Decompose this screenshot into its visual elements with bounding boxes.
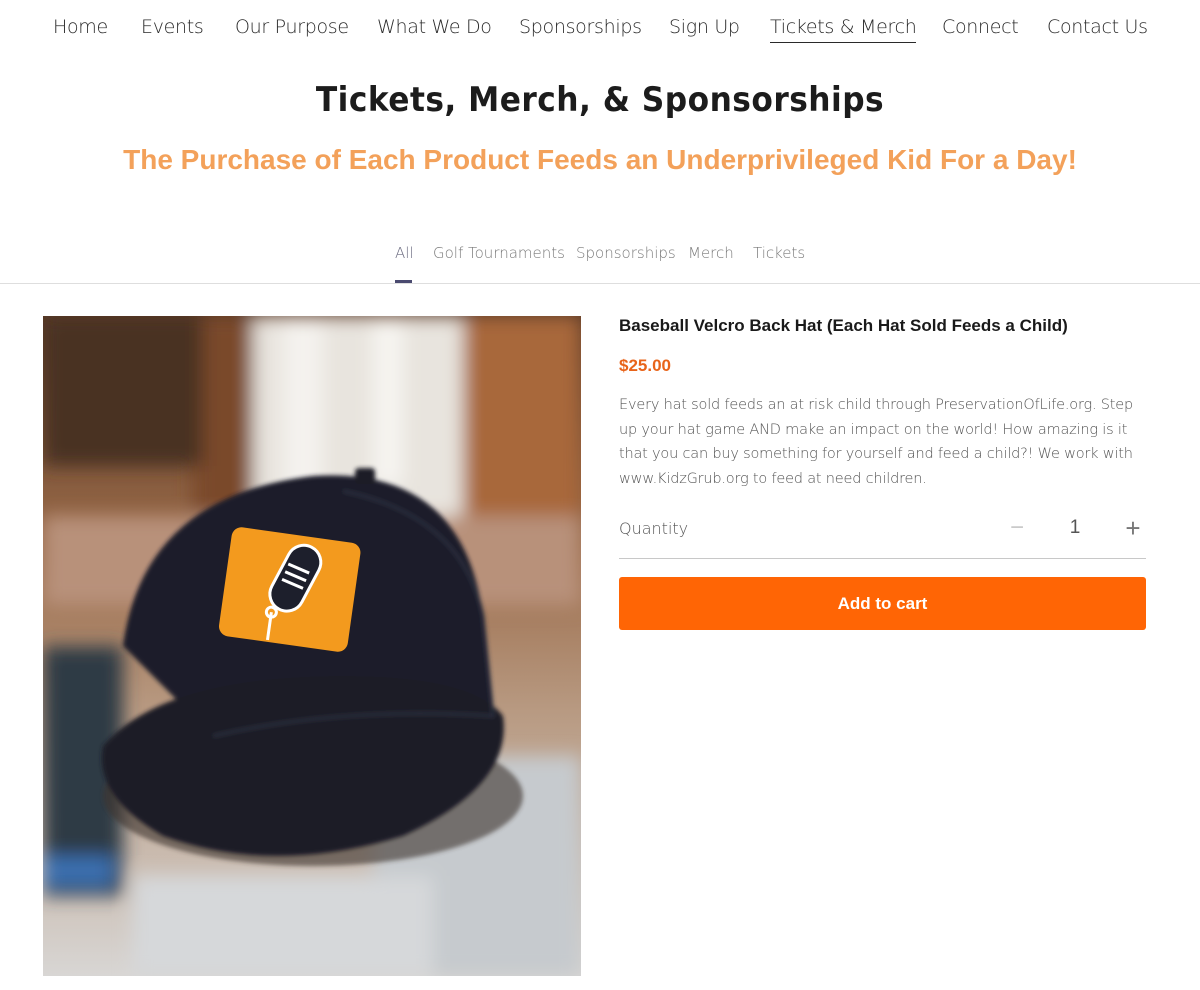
add-to-cart-button[interactable]: Add to cart [619,577,1146,630]
nav-item-tickets-merch[interactable]: Tickets & Merch [770,16,917,43]
category-tabs: All Golf Tournaments Sponsorships Merch … [0,244,1200,284]
page-subtitle: The Purchase of Each Product Feeds an Un… [123,144,1077,175]
quantity-value[interactable]: 1 [1063,517,1087,539]
nav-item-events[interactable]: Events [141,16,204,38]
decrease-quantity-button[interactable]: − [1003,513,1031,543]
nav-item-home[interactable]: Home [53,16,108,38]
tab-golf-tournaments[interactable]: Golf Tournaments [433,244,565,262]
nav-item-our-purpose[interactable]: Our Purpose [235,16,349,38]
nav-item-what-we-do[interactable]: What We Do [377,16,492,38]
increase-quantity-button[interactable]: + [1119,513,1147,543]
quantity-label: Quantity [619,519,689,538]
nav-item-sponsorships[interactable]: Sponsorships [519,16,642,38]
tab-merch[interactable]: Merch [688,244,734,262]
divider [0,283,1200,284]
product-description: Every hat sold feeds an at risk child th… [619,397,1133,487]
nav-item-contact-us[interactable]: Contact Us [1047,16,1148,38]
quantity-stepper: Quantity − 1 + [619,513,1146,559]
product-price: $25.00 [619,356,671,375]
page-title: Tickets, Merch, & Sponsorships [315,80,885,120]
tab-tickets[interactable]: Tickets [753,244,805,262]
product-image[interactable] [43,316,581,976]
top-navigation: Home Events Our Purpose What We Do Spons… [0,0,1200,56]
product-name: Baseball Velcro Back Hat (Each Hat Sold … [619,316,1068,335]
nav-item-connect[interactable]: Connect [942,16,1019,38]
tab-all[interactable]: All [395,244,414,262]
nav-item-sign-up[interactable]: Sign Up [669,16,740,38]
tab-sponsorships[interactable]: Sponsorships [576,244,676,262]
